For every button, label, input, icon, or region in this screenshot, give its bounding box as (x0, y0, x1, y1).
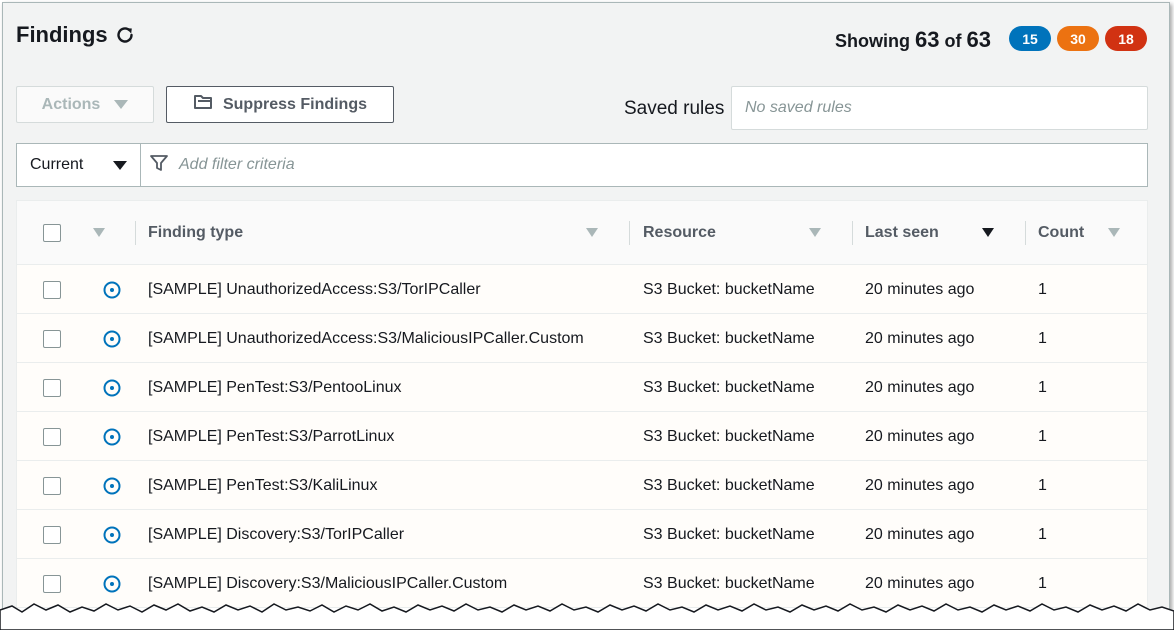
severity-sort-icon[interactable] (93, 228, 105, 237)
folder-icon (193, 93, 213, 116)
low-severity-icon (103, 265, 121, 314)
low-severity-icon (103, 314, 121, 363)
table-row[interactable]: [SAMPLE] UnauthorizedAccess:S3/TorIPCall… (17, 265, 1147, 314)
column-divider (1025, 221, 1026, 245)
table-row[interactable]: [SAMPLE] Discovery:S3/TorIPCaller S3 Buck… (17, 510, 1147, 559)
suppress-findings-button[interactable]: Suppress Findings (166, 86, 394, 123)
resource-cell: S3 Bucket: bucketName (643, 378, 815, 396)
count-cell: 1 (1038, 525, 1047, 543)
low-severity-icon (103, 363, 121, 412)
saved-rules-label: Saved rules (624, 98, 725, 119)
saved-rules-select[interactable]: No saved rules (731, 86, 1148, 130)
showing-count-value: 63 (915, 27, 940, 52)
row-checkbox[interactable] (43, 510, 61, 559)
severity-count-badge[interactable]: 30 (1057, 26, 1099, 51)
column-divider (852, 221, 853, 245)
count-cell: 1 (1038, 476, 1047, 494)
showing-count: Showing 63 of 63 (835, 27, 991, 53)
filter-placeholder: Add filter criteria (179, 156, 295, 173)
filter-icon (149, 153, 169, 178)
select-all-checkbox[interactable] (43, 201, 61, 265)
showing-total-value: 63 (966, 27, 991, 52)
findings-table: Finding type Resource Last seen Count [S… (16, 200, 1148, 627)
column-divider (629, 221, 630, 245)
table-row[interactable]: [SAMPLE] UnauthorizedAccess:S3/Malicious… (17, 314, 1147, 363)
finding-type-cell[interactable]: [SAMPLE] UnauthorizedAccess:S3/TorIPCall… (148, 265, 481, 314)
row-checkbox[interactable] (43, 363, 61, 412)
table-row[interactable]: [SAMPLE] PenTest:S3/PentooLinux S3 Bucket… (17, 363, 1147, 412)
column-count[interactable]: Count (1038, 201, 1084, 265)
resource-cell: S3 Bucket: bucketName (643, 476, 815, 494)
table-body: [SAMPLE] UnauthorizedAccess:S3/TorIPCall… (17, 265, 1147, 608)
column-divider (135, 221, 136, 245)
suppress-findings-label: Suppress Findings (222, 95, 367, 113)
finding-type-cell[interactable]: [SAMPLE] PenTest:S3/PentooLinux (148, 363, 401, 412)
showing-prefix: Showing (835, 31, 911, 51)
chevron-down-icon (114, 100, 129, 109)
findings-panel: Findings Showing 63 of 63 15 30 18 Actions… (2, 2, 1170, 628)
actions-label: Actions (41, 95, 101, 113)
finding-type-sort-icon[interactable] (586, 228, 598, 237)
page-title-text: Findings (16, 22, 108, 47)
column-resource[interactable]: Resource (643, 201, 716, 265)
last-seen-cell: 20 minutes ago (865, 280, 975, 298)
torn-edge (0, 603, 1174, 630)
count-cell: 1 (1038, 378, 1047, 396)
low-severity-icon (103, 412, 121, 461)
resource-cell: S3 Bucket: bucketName (643, 427, 815, 445)
resource-cell: S3 Bucket: bucketName (643, 280, 815, 298)
finding-type-cell[interactable]: [SAMPLE] Discovery:S3/TorIPCaller (148, 510, 404, 559)
table-row[interactable]: [SAMPLE] PenTest:S3/KaliLinux S3 Bucket: … (17, 461, 1147, 510)
filter-bar: Current Add filter criteria (16, 143, 1148, 187)
count-cell: 1 (1038, 329, 1047, 347)
page-title: Findings (16, 22, 136, 48)
resource-cell: S3 Bucket: bucketName (643, 525, 815, 543)
saved-rules-placeholder: No saved rules (745, 99, 852, 116)
chevron-down-icon (113, 160, 127, 170)
count-cell: 1 (1038, 280, 1047, 298)
last-seen-cell: 20 minutes ago (865, 427, 975, 445)
filter-criteria-input[interactable]: Add filter criteria (141, 144, 1147, 186)
low-severity-icon (103, 510, 121, 559)
table-row[interactable]: [SAMPLE] PenTest:S3/ParrotLinux S3 Bucket… (17, 412, 1147, 461)
severity-badges: 15 30 18 (1009, 26, 1147, 51)
last-seen-cell: 20 minutes ago (865, 378, 975, 396)
column-finding-type[interactable]: Finding type (148, 201, 243, 265)
row-checkbox[interactable] (43, 314, 61, 363)
last-seen-cell: 20 minutes ago (865, 329, 975, 347)
showing-of: of (944, 31, 962, 51)
table-header: Finding type Resource Last seen Count (17, 201, 1147, 265)
refresh-icon[interactable] (114, 24, 136, 46)
last-seen-cell: 20 minutes ago (865, 476, 975, 494)
resource-cell: S3 Bucket: bucketName (643, 329, 815, 347)
count-sort-icon[interactable] (1108, 228, 1120, 237)
row-checkbox[interactable] (43, 265, 61, 314)
severity-count-badge[interactable]: 18 (1105, 26, 1147, 51)
column-last-seen[interactable]: Last seen (865, 201, 939, 265)
severity-count-badge[interactable]: 15 (1009, 26, 1051, 51)
finding-type-cell[interactable]: [SAMPLE] UnauthorizedAccess:S3/Malicious… (148, 314, 584, 363)
resource-sort-icon[interactable] (809, 228, 821, 237)
current-select-value: Current (30, 156, 84, 173)
finding-type-cell[interactable]: [SAMPLE] PenTest:S3/ParrotLinux (148, 412, 394, 461)
low-severity-icon (103, 461, 121, 510)
last-seen-sort-icon[interactable] (982, 228, 994, 237)
finding-type-cell[interactable]: [SAMPLE] PenTest:S3/KaliLinux (148, 461, 377, 510)
row-checkbox[interactable] (43, 412, 61, 461)
last-seen-cell: 20 minutes ago (865, 525, 975, 543)
current-archived-select[interactable]: Current (17, 144, 141, 186)
actions-dropdown[interactable]: Actions (16, 86, 154, 123)
row-checkbox[interactable] (43, 461, 61, 510)
count-cell: 1 (1038, 427, 1047, 445)
